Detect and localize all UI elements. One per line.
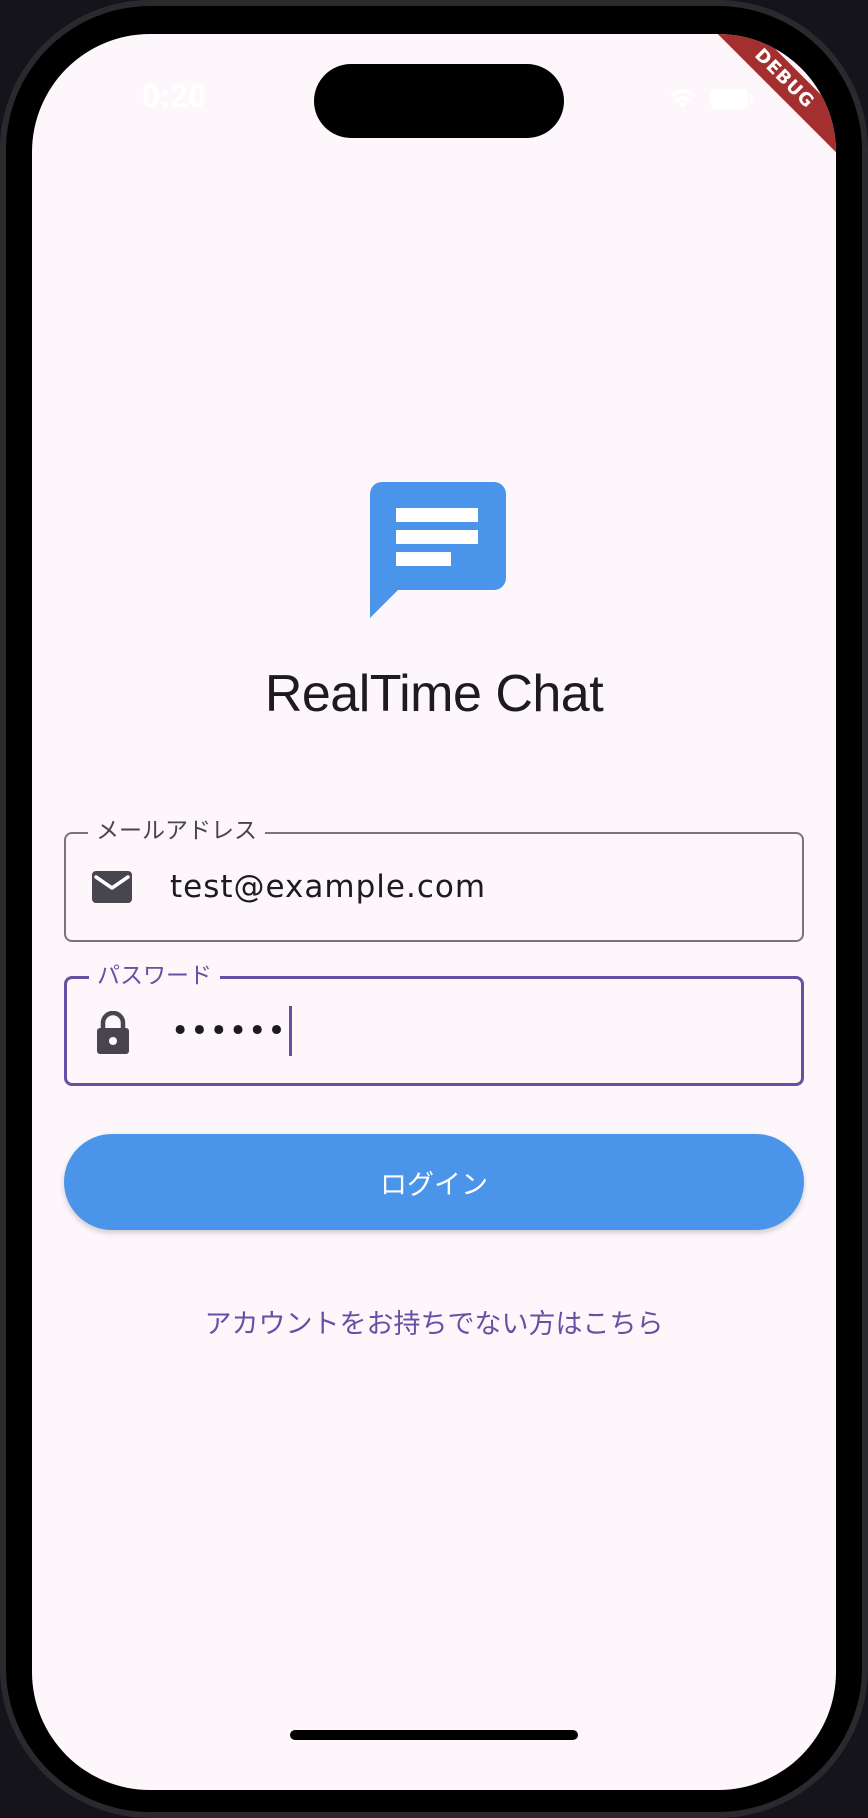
login-button[interactable]: ログイン	[64, 1134, 804, 1230]
email-field-value: test@example.com	[170, 869, 487, 905]
email-field-label: メールアドレス	[88, 818, 265, 844]
password-field[interactable]: パスワード ••••••	[64, 963, 804, 1086]
register-link[interactable]: アカウントをお持ちでない方はこちら	[32, 1302, 836, 1341]
email-field[interactable]: メールアドレス test@example.com	[64, 818, 804, 942]
mail-icon	[92, 867, 132, 907]
debug-banner: DEBUG	[706, 34, 836, 164]
dynamic-island	[314, 64, 564, 138]
lock-icon	[93, 1010, 133, 1054]
phone-frame: 0:20 DEBUG RealTime Chat メールアドレス test@ex…	[0, 0, 868, 1818]
home-indicator	[290, 1730, 578, 1740]
status-time: 0:20	[142, 78, 207, 114]
chat-bubble-icon	[370, 482, 506, 618]
app-title: RealTime Chat	[264, 665, 604, 723]
password-field-label: パスワード	[89, 963, 220, 989]
password-field-value: ••••••	[171, 1013, 287, 1049]
wifi-icon	[668, 88, 698, 110]
password-field-value-wrap: ••••••	[171, 1006, 292, 1056]
debug-label: DEBUG	[709, 34, 836, 154]
phone-bezel: 0:20 DEBUG RealTime Chat メールアドレス test@ex…	[6, 6, 862, 1812]
text-caret	[288, 1006, 292, 1056]
app-screen: 0:20 DEBUG RealTime Chat メールアドレス test@ex…	[32, 34, 836, 1790]
